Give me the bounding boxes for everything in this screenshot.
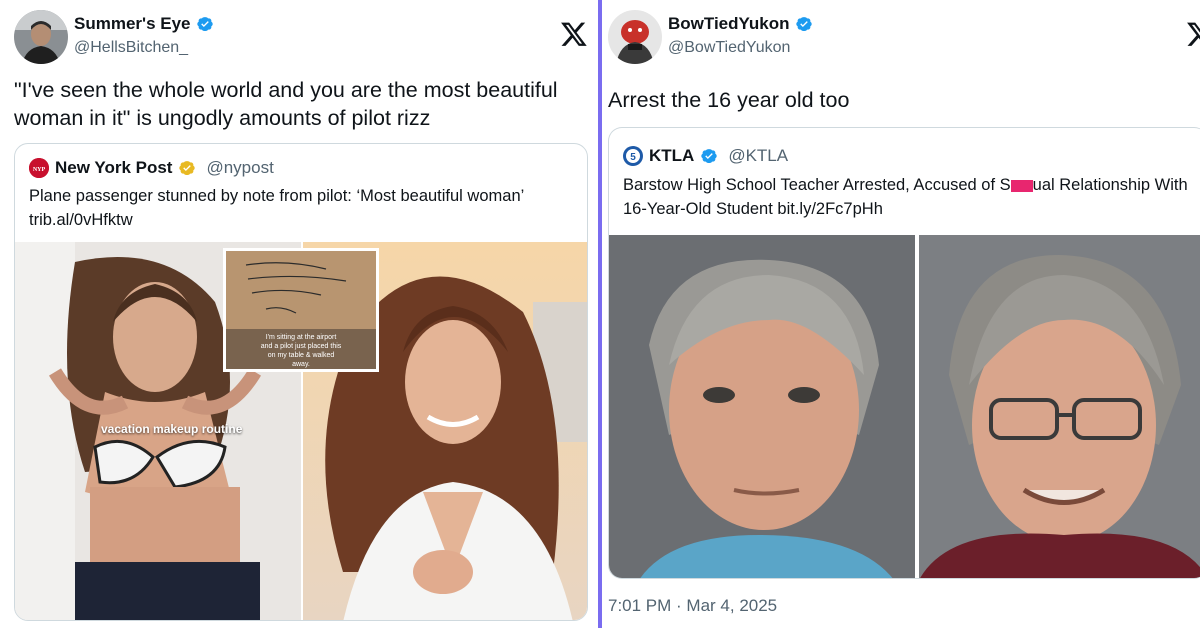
redaction-mark bbox=[1010, 179, 1033, 192]
tweet-text: Arrest the 16 year old too bbox=[608, 88, 850, 112]
verified-badge-icon bbox=[795, 17, 812, 31]
quoted-tweet-text: Barstow High School Teacher Arrested, Ac… bbox=[623, 173, 1195, 221]
verified-badge-icon bbox=[196, 17, 213, 31]
tweet-text: "I've seen the whole world and you are t… bbox=[14, 78, 558, 130]
verified-badge-icon bbox=[701, 149, 718, 163]
quoted-handle[interactable]: @nypost bbox=[206, 158, 273, 178]
svg-text:NYP: NYP bbox=[33, 167, 46, 173]
left-tweet: Summer's Eye @HellsBitchen_ "I've seen t… bbox=[0, 0, 598, 628]
photo-mugshot[interactable] bbox=[609, 235, 915, 578]
author-display-name[interactable]: Summer's Eye bbox=[74, 14, 191, 34]
quoted-tweet-card[interactable]: 5 KTLA @KTLA Barstow High School Teacher… bbox=[608, 127, 1200, 579]
author-avatar[interactable] bbox=[14, 10, 68, 64]
quoted-tweet-card[interactable]: NYP New York Post @nypost Plane passenge… bbox=[14, 143, 588, 621]
quoted-tweet-header: NYP New York Post @nypost bbox=[29, 158, 274, 178]
quoted-display-name[interactable]: New York Post bbox=[55, 158, 172, 178]
quoted-text-part-1: Barstow High School Teacher Arrested, Ac… bbox=[623, 176, 1011, 194]
gold-verified-badge-icon bbox=[179, 161, 196, 175]
svg-text:5: 5 bbox=[630, 152, 636, 163]
author-handle[interactable]: @BowTiedYukon bbox=[668, 39, 813, 57]
quoted-tweet-text: Plane passenger stunned by note from pil… bbox=[29, 187, 524, 229]
note-caption: I'm sitting at the airport and a pilot j… bbox=[260, 334, 342, 368]
quoted-display-name[interactable]: KTLA bbox=[649, 146, 694, 166]
pilot-note-inset[interactable]: I'm sitting at the airport and a pilot j… bbox=[223, 248, 379, 372]
x-logo-icon[interactable] bbox=[560, 20, 588, 48]
author-handle[interactable]: @HellsBitchen_ bbox=[74, 39, 214, 57]
tweet-header: BowTiedYukon @BowTiedYukon bbox=[608, 10, 1200, 66]
photo-school-portrait[interactable] bbox=[919, 235, 1200, 578]
tweet-timestamp[interactable]: 7:01 PM · Mar 4, 2025 bbox=[608, 596, 777, 616]
ktla-logo-icon: 5 bbox=[623, 146, 643, 166]
right-tweet: BowTiedYukon @BowTiedYukon Arrest the 16… bbox=[602, 0, 1200, 628]
nypost-logo-icon: NYP bbox=[29, 158, 49, 178]
tweet-header: Summer's Eye @HellsBitchen_ bbox=[14, 10, 587, 66]
author-avatar[interactable] bbox=[608, 10, 662, 64]
x-logo-icon[interactable] bbox=[1186, 20, 1200, 48]
quoted-handle[interactable]: @KTLA bbox=[728, 146, 788, 166]
video-overlay-text: vacation makeup routine bbox=[101, 422, 243, 436]
quoted-tweet-header: 5 KTLA @KTLA bbox=[623, 146, 788, 166]
author-display-name[interactable]: BowTiedYukon bbox=[668, 14, 790, 34]
